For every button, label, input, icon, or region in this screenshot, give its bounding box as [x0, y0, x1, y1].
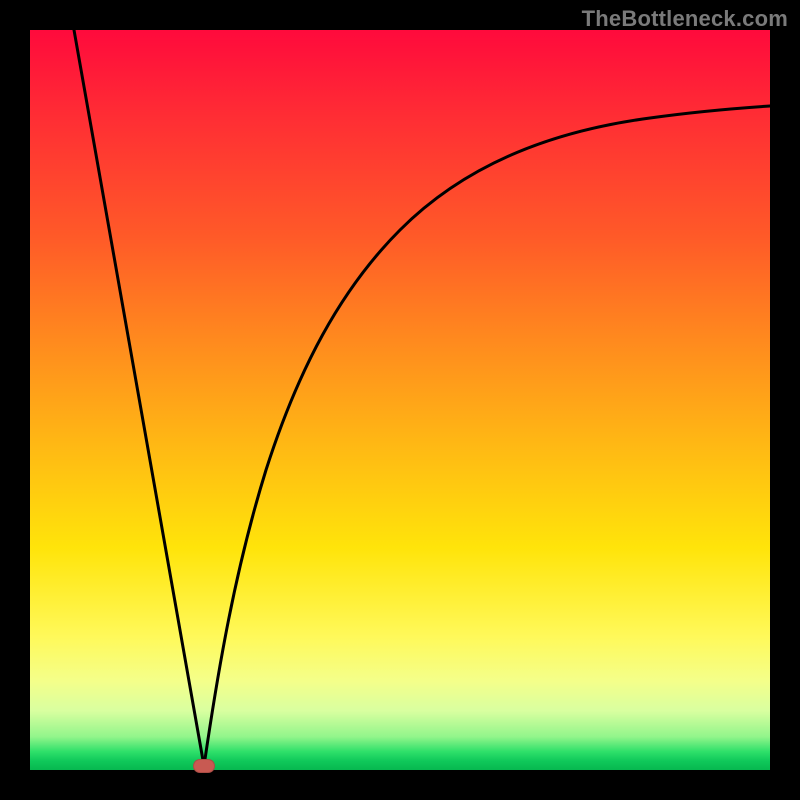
curve-right-branch	[204, 106, 770, 766]
watermark-text: TheBottleneck.com	[582, 6, 788, 32]
plot-area	[30, 30, 770, 770]
chart-stage: TheBottleneck.com	[0, 0, 800, 800]
trough-marker	[193, 759, 215, 773]
bottleneck-curve	[30, 30, 770, 770]
curve-left-branch	[74, 30, 204, 766]
